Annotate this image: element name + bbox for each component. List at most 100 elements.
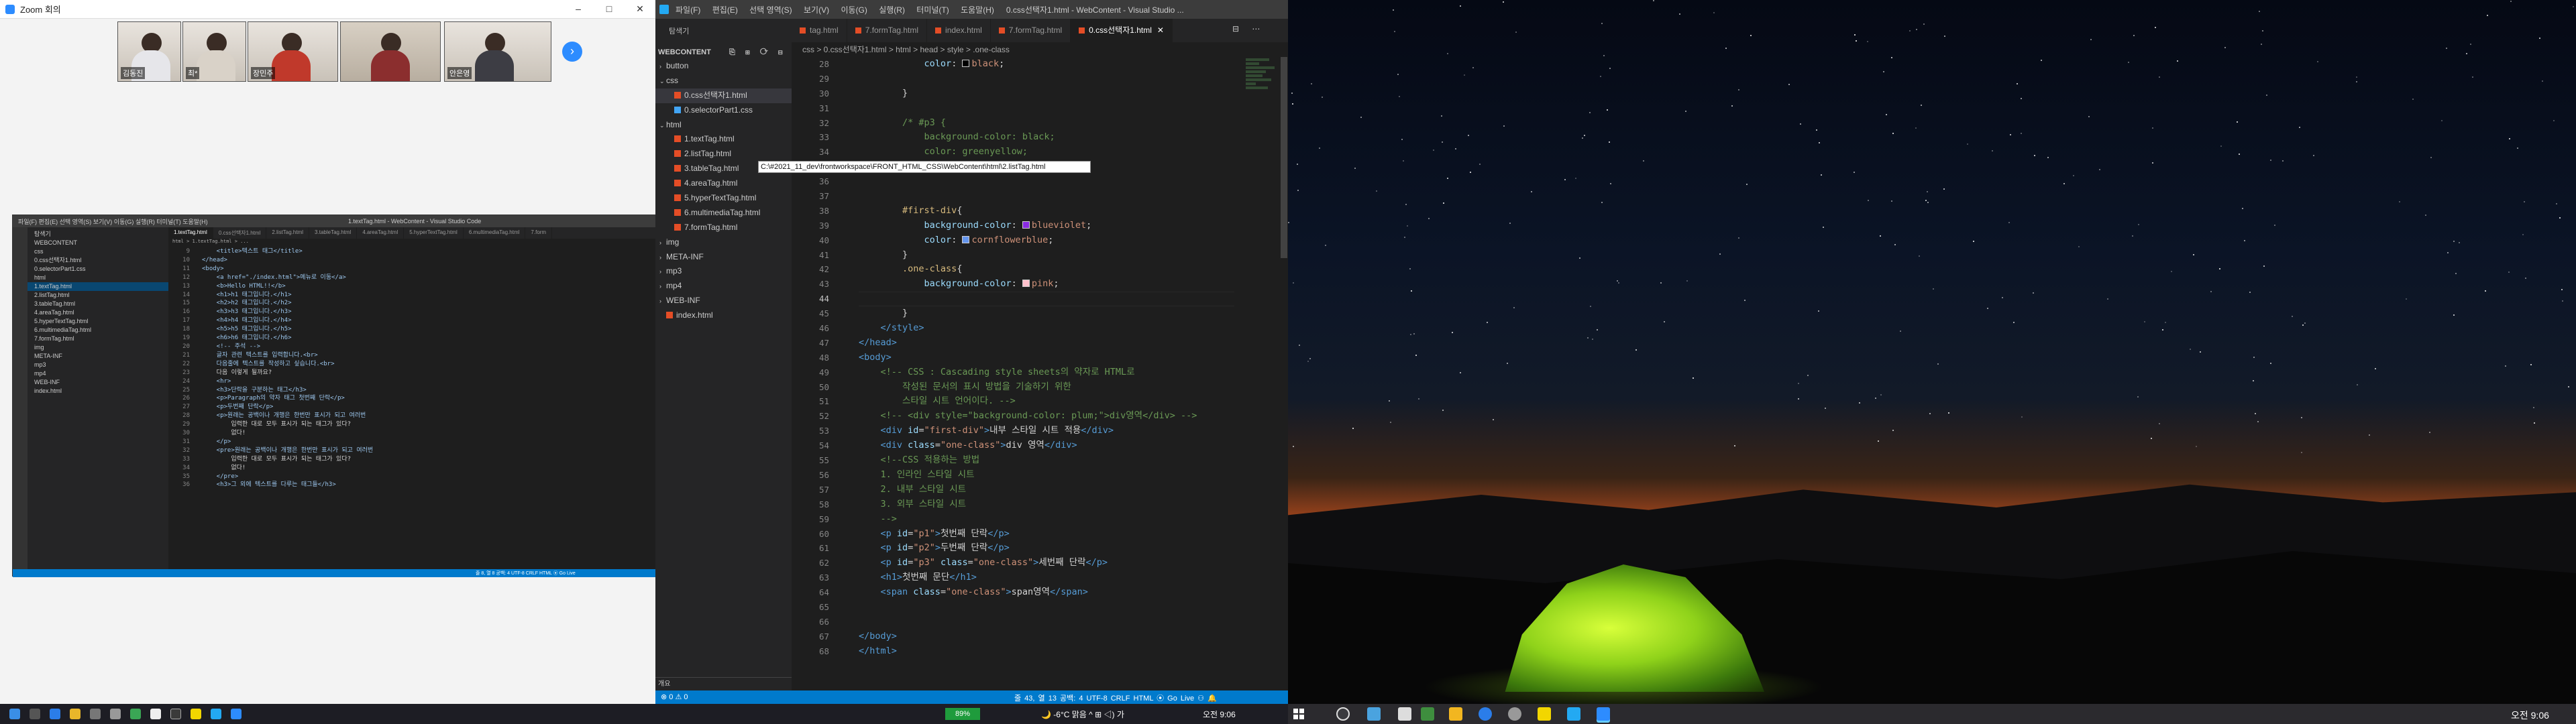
maximize-button[interactable]: □	[594, 3, 625, 15]
code-line[interactable]: <h1>첫번째 문단</h1>	[859, 570, 1234, 585]
chrome-icon[interactable]	[130, 709, 141, 719]
kakaotalk-icon[interactable]	[191, 709, 201, 719]
code-line[interactable]: #first-div{	[859, 204, 1234, 219]
mini-sidebar-item[interactable]: index.html	[28, 387, 168, 396]
code-line[interactable]	[859, 600, 1234, 615]
app-icon[interactable]	[1398, 707, 1411, 721]
mini-sidebar-item[interactable]: 탐색기	[28, 230, 168, 239]
participant-video[interactable]: 장민주	[248, 21, 338, 82]
tree-folder[interactable]: › button	[655, 59, 792, 74]
mini-sidebar-item[interactable]: 1.textTag.html	[28, 282, 168, 291]
mini-sidebar-item[interactable]: img	[28, 343, 168, 352]
search-icon[interactable]	[1336, 707, 1350, 721]
mini-tab[interactable]: 4.areaTag.html	[357, 227, 405, 239]
code-line[interactable]	[859, 101, 1234, 116]
tree-file[interactable]: 7.formTag.html	[655, 221, 792, 235]
code-line[interactable]: /* #p3 {	[859, 116, 1234, 131]
tree-file[interactable]: 5.hyperTextTag.html	[655, 191, 792, 206]
menu-run[interactable]: 실행(R)	[879, 5, 905, 15]
tree-file[interactable]: 6.multimediaTag.html	[655, 206, 792, 221]
file-explorer-icon[interactable]	[1449, 707, 1462, 721]
zoom-icon[interactable]	[231, 709, 241, 719]
code-line[interactable]: <p id="p2">두번째 단락</p>	[859, 541, 1234, 556]
editor-tab[interactable]: 7.formTag.html	[847, 19, 928, 42]
menu-selection[interactable]: 선택 영역(S)	[749, 5, 792, 15]
mini-sidebar-item[interactable]: WEB-INF	[28, 378, 168, 387]
battery-indicator[interactable]: 89%	[945, 708, 980, 720]
code-line[interactable]: 3. 외부 스타일 시트	[859, 497, 1234, 512]
minimize-button[interactable]: –	[563, 3, 594, 15]
editor-actions-icon[interactable]: ⊟ ⋯	[1232, 24, 1265, 34]
status-right-items[interactable]: 줄 43, 열 13 공백: 4 UTF-8 CRLF HTML ⦿ Go Li…	[1014, 692, 1217, 703]
menu-file[interactable]: 파일(F)	[676, 5, 700, 15]
code-line[interactable]: color: greenyellow;	[859, 145, 1234, 160]
code-line[interactable]: <p id="p1">첫번째 단락</p>	[859, 527, 1234, 542]
code-line[interactable]: 1. 인라인 스타일 시트	[859, 468, 1234, 483]
menu-help[interactable]: 도움말(H)	[961, 5, 994, 15]
mini-tab[interactable]: 6.multimediaTag.html	[464, 227, 526, 239]
tree-folder[interactable]: ⌄ css	[655, 74, 792, 88]
edge-icon[interactable]	[50, 709, 60, 719]
code-area[interactable]: color: black; } /* #p3 { background-colo…	[859, 57, 1234, 690]
weather-tray[interactable]: 🌙 -6°C 맑음 ^ ⊞ ◁) 가	[1041, 709, 1124, 720]
code-line[interactable]: <div id="first-div">내부 스타일 시트 적용</div>	[859, 424, 1234, 438]
editor-tab[interactable]: 7.formTag.html	[991, 19, 1071, 42]
clock[interactable]: 오전 9:06	[2511, 709, 2549, 722]
tree-file[interactable]: 4.areaTag.html	[655, 176, 792, 191]
menu-view[interactable]: 보기(V)	[804, 5, 829, 15]
mini-tab[interactable]: 5.hyperTextTag.html	[404, 227, 464, 239]
windows-start-icon[interactable]	[1293, 709, 1304, 719]
tree-folder[interactable]: › META-INF	[655, 250, 792, 265]
participant-video[interactable]	[340, 21, 441, 82]
mini-sidebar-item[interactable]: 3.tableTag.html	[28, 300, 168, 308]
code-line[interactable]: </body>	[859, 629, 1234, 644]
mini-sidebar-item[interactable]: 7.formTag.html	[28, 335, 168, 343]
kakaotalk-icon[interactable]	[1538, 707, 1551, 721]
app-icon[interactable]	[1421, 707, 1434, 721]
app-icon[interactable]	[150, 709, 161, 719]
tree-file[interactable]: 0.css선택자1.html	[655, 88, 792, 103]
code-line[interactable]: </head>	[859, 336, 1234, 351]
tree-folder[interactable]: › mp4	[655, 279, 792, 294]
mini-tab[interactable]: 2.listTag.html	[266, 227, 310, 239]
app-icon[interactable]	[90, 709, 101, 719]
participant-video[interactable]: 안은영	[444, 21, 551, 82]
edge-icon[interactable]	[1479, 707, 1492, 721]
mini-sidebar-item[interactable]: 4.areaTag.html	[28, 308, 168, 317]
mini-sidebar-item[interactable]: 0.selectorPart1.css	[28, 265, 168, 274]
code-line[interactable]: 2. 내부 스타일 시트	[859, 483, 1234, 497]
mini-tab[interactable]: 1.textTag.html	[168, 227, 213, 239]
participant-video[interactable]: 최*	[182, 21, 246, 82]
mini-sidebar-item[interactable]: 2.listTag.html	[28, 291, 168, 300]
code-line[interactable]: background-color: blueviolet;	[859, 219, 1234, 233]
code-line[interactable]: }	[859, 248, 1234, 263]
code-line[interactable]: color: cornflowerblue;	[859, 233, 1234, 248]
tree-file[interactable]: 0.selectorPart1.css	[655, 103, 792, 118]
code-line[interactable]: 스타일 시트 언어이다. -->	[859, 394, 1234, 409]
code-editor[interactable]: 2829303132333435363738394041424344454647…	[792, 57, 1288, 690]
vscode-icon[interactable]	[1567, 707, 1580, 721]
code-line[interactable]: <body>	[859, 351, 1234, 365]
zoom-icon[interactable]	[1597, 707, 1610, 721]
code-line[interactable]	[859, 174, 1234, 189]
code-line[interactable]: <!-- CSS : Cascading style sheets의 약자로 H…	[859, 365, 1234, 380]
mini-sidebar-item[interactable]: WEBCONTENT	[28, 239, 168, 247]
code-line[interactable]: <div class="one-class">div 영역</div>	[859, 438, 1234, 453]
code-line[interactable]: background-color: black;	[859, 130, 1234, 145]
app-icon[interactable]	[110, 709, 121, 719]
tree-file[interactable]: index.html	[655, 308, 792, 323]
problems-indicator[interactable]: ⊗ 0 ⚠ 0	[661, 692, 688, 701]
code-line[interactable]: <!--CSS 적용하는 방법	[859, 453, 1234, 468]
mini-tab[interactable]: 7.form	[525, 227, 553, 239]
code-line[interactable]	[859, 615, 1234, 629]
menu-terminal[interactable]: 터미널(T)	[916, 5, 949, 15]
editor-tab[interactable]: 0.css선택자1.html ✕	[1071, 19, 1173, 42]
outline-section[interactable]: 개요	[655, 677, 792, 690]
vscode-icon[interactable]	[211, 709, 221, 719]
mini-tab[interactable]: 0.css선택자1.html	[213, 227, 267, 239]
mini-sidebar-item[interactable]: META-INF	[28, 352, 168, 361]
code-line[interactable]: }	[859, 306, 1234, 321]
file-explorer-icon[interactable]	[70, 709, 80, 719]
tree-folder[interactable]: › WEB-INF	[655, 294, 792, 308]
tree-folder[interactable]: › img	[655, 235, 792, 250]
